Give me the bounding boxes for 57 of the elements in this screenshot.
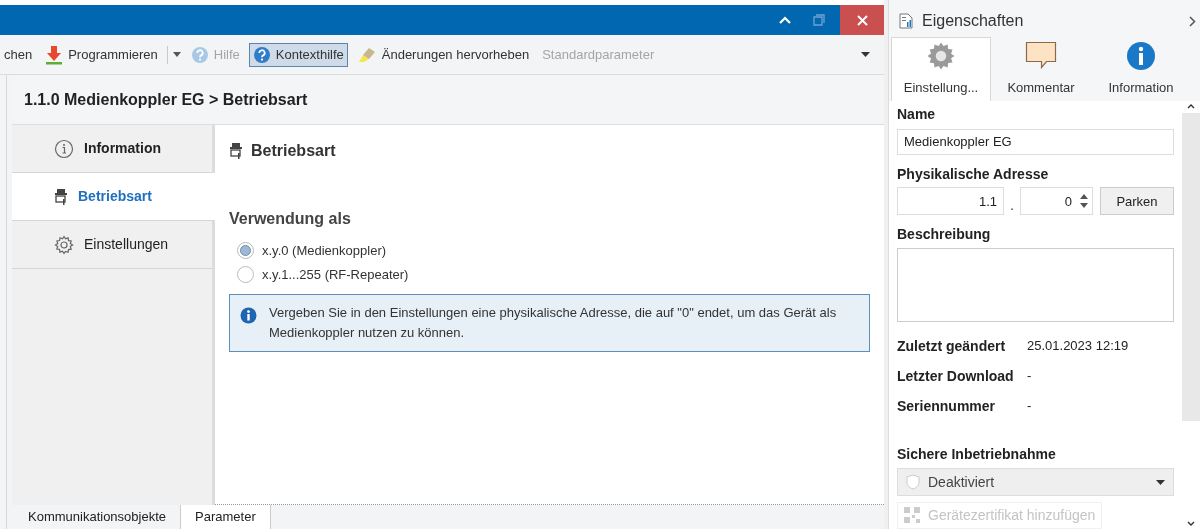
detail-label: Letzter Download: [897, 367, 1015, 387]
dropdown-caret-icon: [1156, 479, 1165, 485]
name-field[interactable]: Medienkoppler EG: [897, 129, 1174, 156]
chevron-right-icon[interactable]: [1189, 15, 1196, 27]
scroll-down-icon[interactable]: [1187, 521, 1195, 526]
info-icon: [240, 307, 257, 324]
radio-option[interactable]: x.y.1...255 (RF-Repeater): [229, 264, 871, 284]
nav-item[interactable]: Betriebsart: [12, 173, 215, 221]
field-label: Sichere Inbetriebnahme: [897, 445, 1057, 465]
speech-bubble-icon: [1025, 40, 1057, 71]
info-icon: [54, 138, 74, 159]
device-icon: [54, 187, 68, 206]
radio-option[interactable]: x.y.0 (Medienkoppler): [229, 241, 871, 261]
document-icon: [899, 13, 913, 29]
scroll-up-icon[interactable]: [1187, 104, 1195, 109]
description-field[interactable]: [897, 248, 1174, 323]
property-tab[interactable]: Information: [1091, 37, 1191, 101]
nav-item[interactable]: Einstellungen: [12, 221, 212, 269]
help-icon: [190, 45, 209, 64]
property-tab[interactable]: Einstellung...: [891, 37, 991, 101]
breadcrumb-title: 1.1.0 Medienkoppler EG > Betriebsart: [24, 89, 308, 110]
help-icon: [252, 45, 271, 64]
section-title: Betriebsart: [251, 141, 336, 161]
settings-icon: [926, 40, 956, 71]
address-spin-field[interactable]: 0: [1020, 187, 1093, 216]
info-text: Vergeben Sie in den Einstellungen eine physikalische Adresse, die auf "0" endet, um das Gerät als Medienkoppler nutzen zu können.: [269, 304, 838, 342]
secure-dropdown[interactable]: Deaktiviert: [897, 468, 1174, 496]
highlighter-icon: [356, 45, 377, 64]
radio-button[interactable]: [237, 265, 254, 283]
detail-label: Seriennummer: [897, 397, 997, 417]
field-label: Beschreibung: [897, 225, 992, 245]
collapse-ribbon-icon[interactable]: [779, 16, 792, 24]
park-button[interactable]: Parken: [1100, 187, 1174, 216]
info-icon: [1126, 40, 1156, 71]
close-icon: [856, 14, 868, 26]
close-button[interactable]: [840, 5, 885, 35]
qr-code-icon: [904, 507, 920, 524]
device-icon: [229, 142, 243, 160]
dropdown-caret-icon[interactable]: [861, 52, 871, 57]
detail-value: 25.01.2023 12:19: [1027, 337, 1129, 356]
field-label: Physikalische Adresse: [897, 165, 1050, 185]
detail-value: -: [1027, 397, 1032, 416]
radio-button[interactable]: [237, 242, 254, 260]
panel-title: Eigenschaften: [922, 11, 1025, 31]
detail-value: -: [1027, 367, 1032, 386]
toolbar-button[interactable]: Kontexthilfe: [248, 42, 348, 67]
property-tab[interactable]: Kommentar: [991, 37, 1091, 101]
download-arrow-icon: [45, 44, 64, 65]
shield-icon: [906, 474, 920, 491]
group-label: Verwendung als: [229, 209, 352, 229]
dropdown-caret-icon[interactable]: [172, 52, 181, 57]
settings-icon: [54, 234, 74, 255]
bottom-tab[interactable]: Parameter: [181, 505, 271, 529]
detail-label: Zuletzt geändert: [897, 337, 1007, 357]
address-prefix-field: 1.1: [897, 187, 1004, 216]
address-separator: .: [1009, 196, 1015, 215]
field-label: Name: [897, 105, 937, 124]
